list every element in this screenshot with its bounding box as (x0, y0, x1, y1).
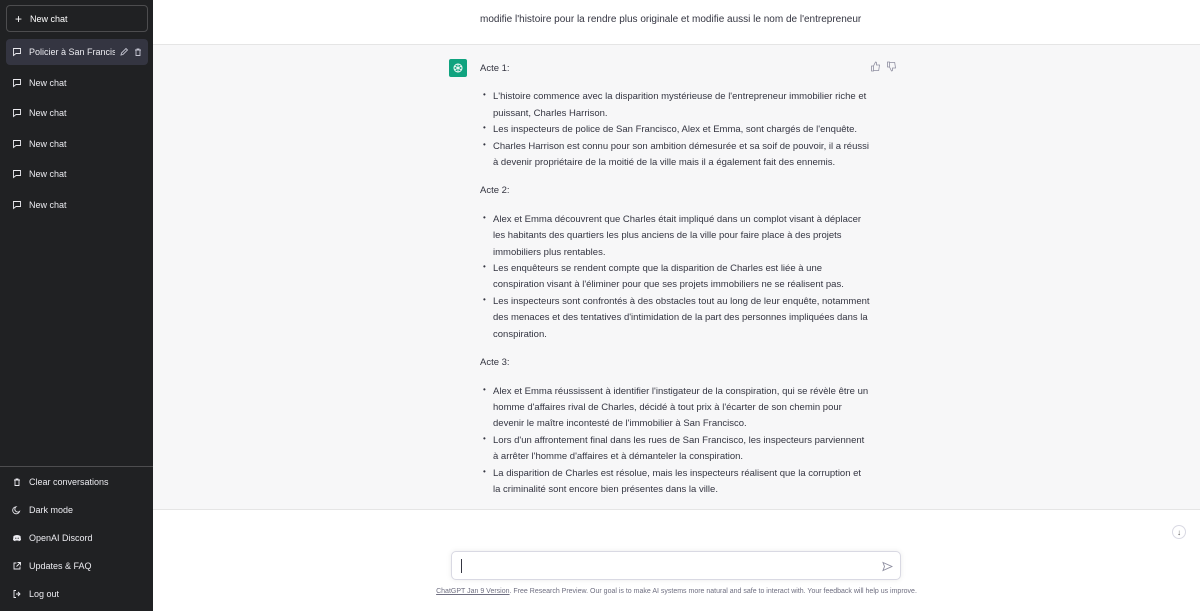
chat-bubble-icon (13, 79, 21, 88)
chat-item-new-4[interactable]: New chat (6, 161, 148, 187)
list-item: Charles Harrison est connu pour son ambi… (480, 137, 870, 172)
scroll-to-bottom-button[interactable]: ↓ (1172, 525, 1186, 539)
act-3-title: Acte 3: (480, 357, 510, 369)
list-item: Les inspecteurs de police de San Francis… (480, 120, 870, 138)
act-1-list: L'histoire commence avec la disparition … (480, 87, 870, 172)
external-link-icon (13, 562, 21, 570)
send-icon[interactable] (882, 561, 893, 572)
chat-item-new-1[interactable]: New chat (6, 70, 148, 96)
list-item: Alex et Emma découvrent que Charles étai… (480, 210, 870, 261)
thumbs-up-icon[interactable] (870, 61, 881, 72)
clear-conversations-label: Clear conversations (29, 477, 109, 487)
list-item: Lors d'un affrontement final dans les ru… (480, 431, 870, 466)
user-message-row: modifie l'histoire pour la rendre plus o… (153, 0, 1200, 45)
logout-icon (13, 590, 21, 598)
list-item: L'histoire commence avec la disparition … (480, 87, 870, 122)
chat-item-new-2[interactable]: New chat (6, 100, 148, 126)
chat-item-label: New chat (29, 108, 67, 118)
chat-item-label: New chat (29, 200, 67, 210)
act-2-list: Alex et Emma découvrent que Charles étai… (480, 210, 870, 343)
act-2-title: Acte 2: (480, 185, 510, 197)
plus-icon: + (15, 11, 23, 26)
moon-icon (12, 506, 21, 515)
openai-discord-link[interactable]: OpenAI Discord (6, 525, 148, 551)
chat-item-label: New chat (29, 78, 67, 88)
chat-bubble-icon (13, 170, 21, 179)
list-item: Alex et Emma réussissent à identifier l'… (480, 381, 870, 433)
openai-knot-icon (453, 63, 463, 73)
chat-bubble-icon (13, 109, 21, 118)
message-composer (451, 551, 901, 580)
clear-conversations-button[interactable]: Clear conversations (6, 469, 148, 495)
chat-item-label: Policier à San Francisco (29, 47, 115, 57)
new-chat-label: New chat (30, 13, 68, 24)
thumbs-down-icon[interactable] (886, 61, 897, 72)
list-item: Les enquêteurs se rendent compte que la … (480, 259, 870, 294)
new-chat-button[interactable]: + New chat (6, 5, 148, 32)
footer-text: . Free Research Preview. Our goal is to … (509, 588, 917, 595)
chat-item-label: New chat (29, 169, 67, 179)
updates-faq-link[interactable]: Updates & FAQ (6, 553, 148, 579)
updates-faq-label: Updates & FAQ (29, 561, 92, 571)
chat-item-policier[interactable]: Policier à San Francisco (6, 39, 148, 65)
arrow-down-icon: ↓ (1177, 527, 1181, 537)
list-item: Les inspecteurs sont confrontés à des ob… (480, 292, 870, 343)
chat-item-label: New chat (29, 139, 67, 149)
log-out-button[interactable]: Log out (6, 581, 148, 607)
assistant-message-row: Acte 1: L'histoire commence avec la disp… (153, 45, 1200, 510)
chat-item-new-3[interactable]: New chat (6, 131, 148, 157)
chat-bubble-icon (13, 201, 21, 210)
openai-discord-label: OpenAI Discord (29, 533, 93, 543)
conversation-pane: modifie l'histoire pour la rendre plus o… (153, 0, 1200, 611)
version-link[interactable]: ChatGPT Jan 9 Version (436, 588, 509, 595)
chat-item-new-5[interactable]: New chat (6, 192, 148, 218)
sidebar: + New chat Policier à San Francisco New … (0, 0, 153, 611)
user-message-text: modifie l'histoire pour la rendre plus o… (480, 14, 862, 25)
text-caret (461, 559, 462, 573)
dark-mode-button[interactable]: Dark mode (6, 497, 148, 523)
act-3-list: Alex et Emma réussissent à identifier l'… (480, 381, 870, 499)
chat-bubble-icon (13, 48, 21, 57)
discord-icon (13, 535, 21, 542)
log-out-label: Log out (29, 589, 60, 599)
act-1-title: Acte 1: (480, 63, 510, 74)
openai-logo-icon (449, 59, 467, 77)
trash-icon[interactable] (133, 47, 143, 57)
chat-bubble-icon (13, 140, 21, 149)
footer-disclaimer: ChatGPT Jan 9 Version. Free Research Pre… (153, 588, 1200, 595)
dark-mode-label: Dark mode (29, 505, 74, 515)
assistant-message-text: Acte 1: L'histoire commence avec la disp… (480, 61, 870, 498)
edit-icon[interactable] (119, 47, 129, 57)
trash-icon (14, 478, 20, 486)
list-item: La disparition de Charles est résolue, m… (480, 464, 870, 499)
message-input[interactable] (460, 558, 870, 574)
sidebar-bottom-menu: Clear conversations Dark mode OpenAI Dis… (0, 466, 153, 599)
